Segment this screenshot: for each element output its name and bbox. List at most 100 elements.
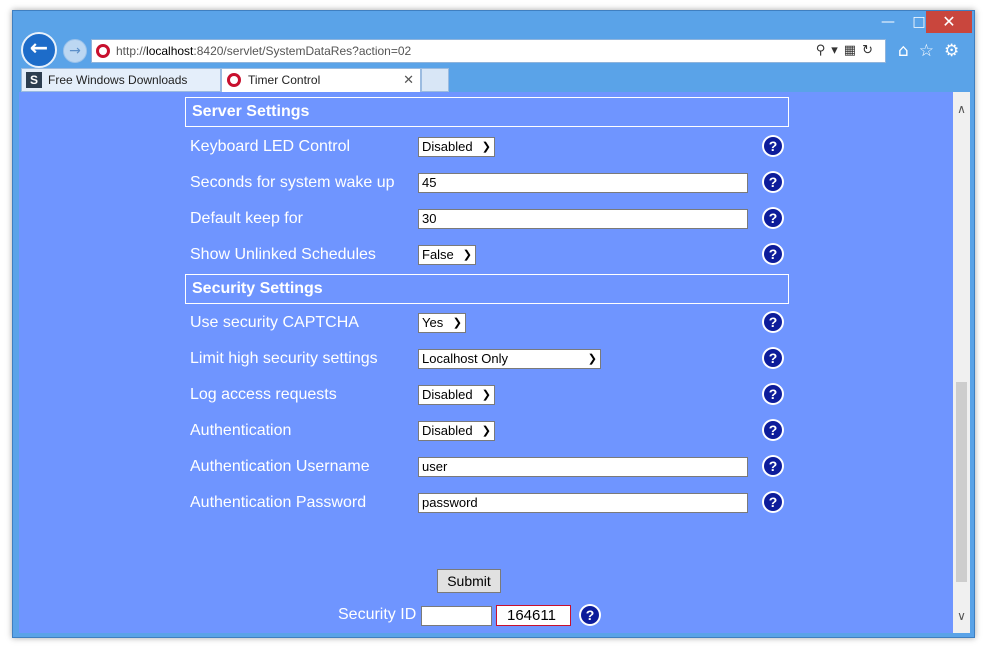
home-icon[interactable]: ⌂ <box>898 41 919 61</box>
keep-for-row: Default keep for 30 ? <box>190 204 790 234</box>
selected-value: Localhost Only <box>422 351 508 366</box>
browser-toolbar-icons: ⌂☆⚙ <box>898 41 969 61</box>
refresh-icon[interactable]: ↻ <box>862 43 879 58</box>
wake-seconds-label: Seconds for system wake up <box>190 174 395 191</box>
captcha-row: Use security CAPTCHA Yes ❯ ? <box>190 308 790 338</box>
scroll-up-icon[interactable]: ∧ <box>953 102 970 116</box>
help-glyph: ? <box>768 494 778 510</box>
help-glyph: ? <box>768 246 778 262</box>
help-glyph: ? <box>585 607 595 623</box>
softpedia-s-icon: S <box>26 72 42 88</box>
selected-value: Yes <box>422 315 444 330</box>
selected-value: Disabled <box>422 387 473 402</box>
auth-username-input[interactable]: user <box>418 457 748 477</box>
wake-seconds-row: Seconds for system wake up 45 ? <box>190 168 790 198</box>
chevron-down-icon: ❯ <box>452 317 462 329</box>
tab-free-windows-downloads[interactable]: S Free Windows Downloads <box>21 68 221 92</box>
help-glyph: ? <box>768 458 778 474</box>
url-host: localhost <box>146 44 194 58</box>
submit-button[interactable]: Submit <box>437 569 501 593</box>
page-content: Server Settings Keyboard LED Control Dis… <box>19 92 953 633</box>
keep-for-input[interactable]: 30 <box>418 209 748 229</box>
help-glyph: ? <box>768 174 778 190</box>
close-tab-icon[interactable]: ✕ <box>403 69 414 91</box>
auth-username-label: Authentication Username <box>190 458 370 475</box>
scroll-down-icon[interactable]: ∨ <box>953 609 970 623</box>
scrollbar-thumb[interactable] <box>956 382 967 582</box>
log-access-label: Log access requests <box>190 386 337 403</box>
address-tools: ⚲▾▦↻ <box>816 43 879 58</box>
help-glyph: ? <box>768 210 778 226</box>
help-glyph: ? <box>768 138 778 154</box>
arrow-left-icon: ← <box>29 36 49 61</box>
help-icon[interactable]: ? <box>762 419 784 441</box>
keep-for-label: Default keep for <box>190 210 303 227</box>
tab-favicon-icon <box>227 73 241 87</box>
minimize-button[interactable]: — <box>873 11 903 33</box>
selected-value: Disabled <box>422 139 473 154</box>
compat-view-icon[interactable]: ▦ <box>844 43 862 58</box>
server-settings-header: Server Settings <box>185 97 789 127</box>
auth-password-row: Authentication Password password ? <box>190 488 790 518</box>
limit-security-label: Limit high security settings <box>190 350 378 367</box>
help-icon[interactable]: ? <box>762 135 784 157</box>
title-bar: — □ ✕ <box>13 11 974 37</box>
search-icon[interactable]: ⚲ <box>816 43 832 58</box>
forward-button[interactable]: → <box>63 39 87 63</box>
settings-gear-icon[interactable]: ⚙ <box>944 41 969 61</box>
back-button[interactable]: ← <box>21 32 57 68</box>
help-icon[interactable]: ? <box>762 243 784 265</box>
captcha-label: Use security CAPTCHA <box>190 314 359 331</box>
limit-security-select[interactable]: Localhost Only ❯ <box>418 349 601 369</box>
keyboard-led-row: Keyboard LED Control Disabled ❯ ? <box>190 132 790 162</box>
captcha-code: 164611 <box>496 605 571 626</box>
log-access-select[interactable]: Disabled ❯ <box>418 385 495 405</box>
help-glyph: ? <box>768 350 778 366</box>
browser-window: — □ ✕ ← → http://localhost:8420/servlet/… <box>12 10 975 638</box>
help-glyph: ? <box>768 422 778 438</box>
url-text[interactable]: http://localhost:8420/servlet/SystemData… <box>116 44 411 58</box>
help-icon[interactable]: ? <box>762 455 784 477</box>
url-prefix: http:// <box>116 44 147 58</box>
wake-seconds-input[interactable]: 45 <box>418 173 748 193</box>
keyboard-led-select[interactable]: Disabled ❯ <box>418 137 495 157</box>
address-bar[interactable]: http://localhost:8420/servlet/SystemData… <box>91 39 886 63</box>
chevron-down-icon: ❯ <box>481 389 491 401</box>
selected-value: False <box>422 247 454 262</box>
security-id-label: Security ID <box>338 606 417 623</box>
security-id-input[interactable] <box>421 606 492 626</box>
chevron-down-icon: ❯ <box>481 425 491 437</box>
keyboard-led-label: Keyboard LED Control <box>190 138 351 155</box>
captcha-select[interactable]: Yes ❯ <box>418 313 466 333</box>
dropdown-arrow-icon[interactable]: ▾ <box>831 43 844 58</box>
auth-password-input[interactable]: password <box>418 493 748 513</box>
auth-username-row: Authentication Username user ? <box>190 452 790 482</box>
vertical-scrollbar[interactable]: ∧ ∨ <box>953 92 970 633</box>
help-icon[interactable]: ? <box>762 311 784 333</box>
tab-label: Timer Control <box>248 73 321 87</box>
help-icon[interactable]: ? <box>762 383 784 405</box>
unlinked-schedules-select[interactable]: False ❯ <box>418 245 476 265</box>
site-favicon-icon <box>96 44 110 58</box>
help-icon[interactable]: ? <box>762 491 784 513</box>
tab-timer-control[interactable]: Timer Control ✕ <box>221 68 421 92</box>
new-tab-button[interactable] <box>421 68 449 92</box>
help-glyph: ? <box>768 314 778 330</box>
unlinked-schedules-label: Show Unlinked Schedules <box>190 246 376 263</box>
close-window-button[interactable]: ✕ <box>926 11 972 33</box>
chevron-down-icon: ❯ <box>587 353 597 365</box>
limit-security-row: Limit high security settings Localhost O… <box>190 344 790 374</box>
tab-strip: S Free Windows Downloads Timer Control ✕ <box>21 68 961 92</box>
favorites-star-icon[interactable]: ☆ <box>919 41 944 61</box>
url-path: :8420/servlet/SystemDataRes?action=02 <box>193 44 412 58</box>
selected-value: Disabled <box>422 423 473 438</box>
authentication-select[interactable]: Disabled ❯ <box>418 421 495 441</box>
help-icon[interactable]: ? <box>762 171 784 193</box>
help-icon[interactable]: ? <box>762 207 784 229</box>
security-settings-header: Security Settings <box>185 274 789 304</box>
unlinked-schedules-row: Show Unlinked Schedules False ❯ ? <box>190 240 790 270</box>
auth-password-label: Authentication Password <box>190 494 367 511</box>
help-icon[interactable]: ? <box>579 604 601 626</box>
help-glyph: ? <box>768 386 778 402</box>
help-icon[interactable]: ? <box>762 347 784 369</box>
